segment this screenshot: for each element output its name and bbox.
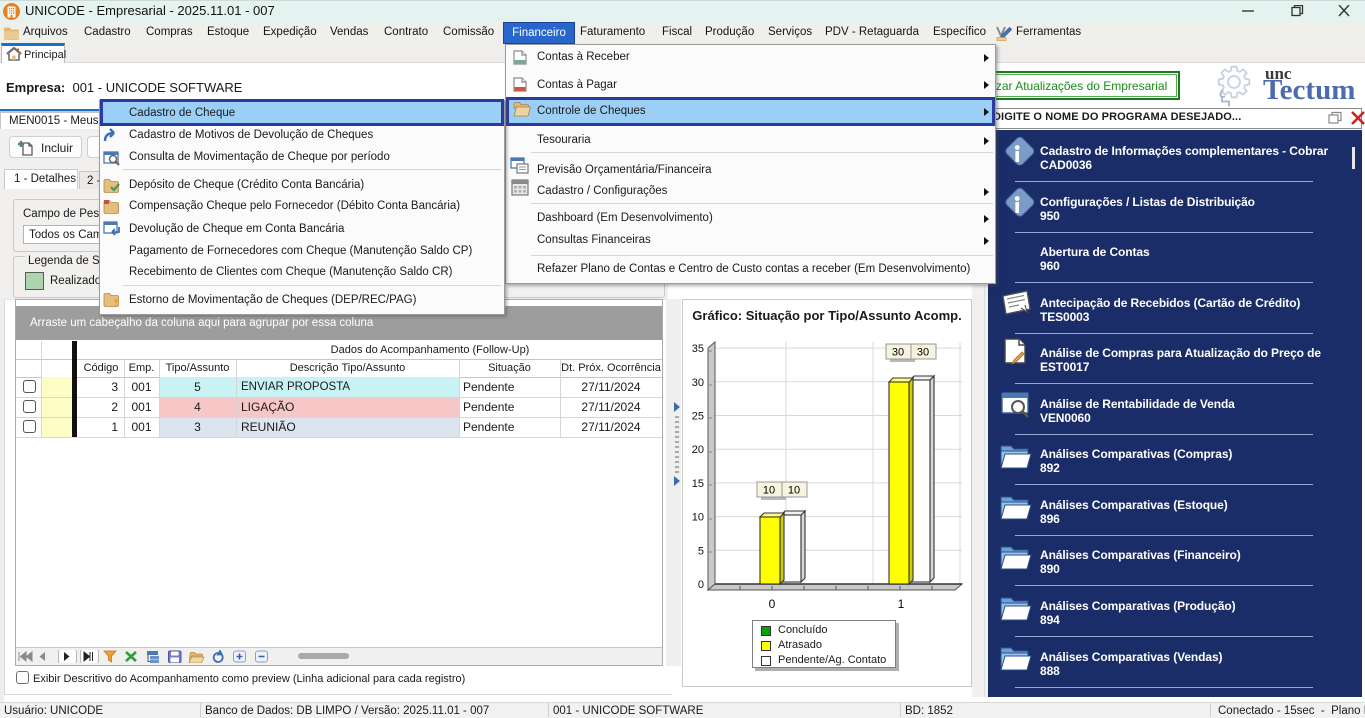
- svg-text:10: 10: [692, 512, 704, 524]
- svg-text:0: 0: [698, 579, 704, 591]
- svg-text:30: 30: [917, 347, 929, 359]
- svg-text:5: 5: [698, 545, 704, 557]
- svg-text:10: 10: [788, 485, 800, 497]
- svg-text:1: 1: [898, 597, 905, 611]
- svg-text:10: 10: [763, 485, 775, 497]
- svg-text:30: 30: [692, 377, 704, 389]
- svg-text:25: 25: [692, 411, 704, 423]
- svg-text:30: 30: [892, 347, 904, 359]
- svg-text:15: 15: [692, 478, 704, 490]
- svg-text:0: 0: [769, 597, 776, 611]
- svg-text:20: 20: [692, 444, 704, 456]
- svg-text:35: 35: [692, 343, 704, 355]
